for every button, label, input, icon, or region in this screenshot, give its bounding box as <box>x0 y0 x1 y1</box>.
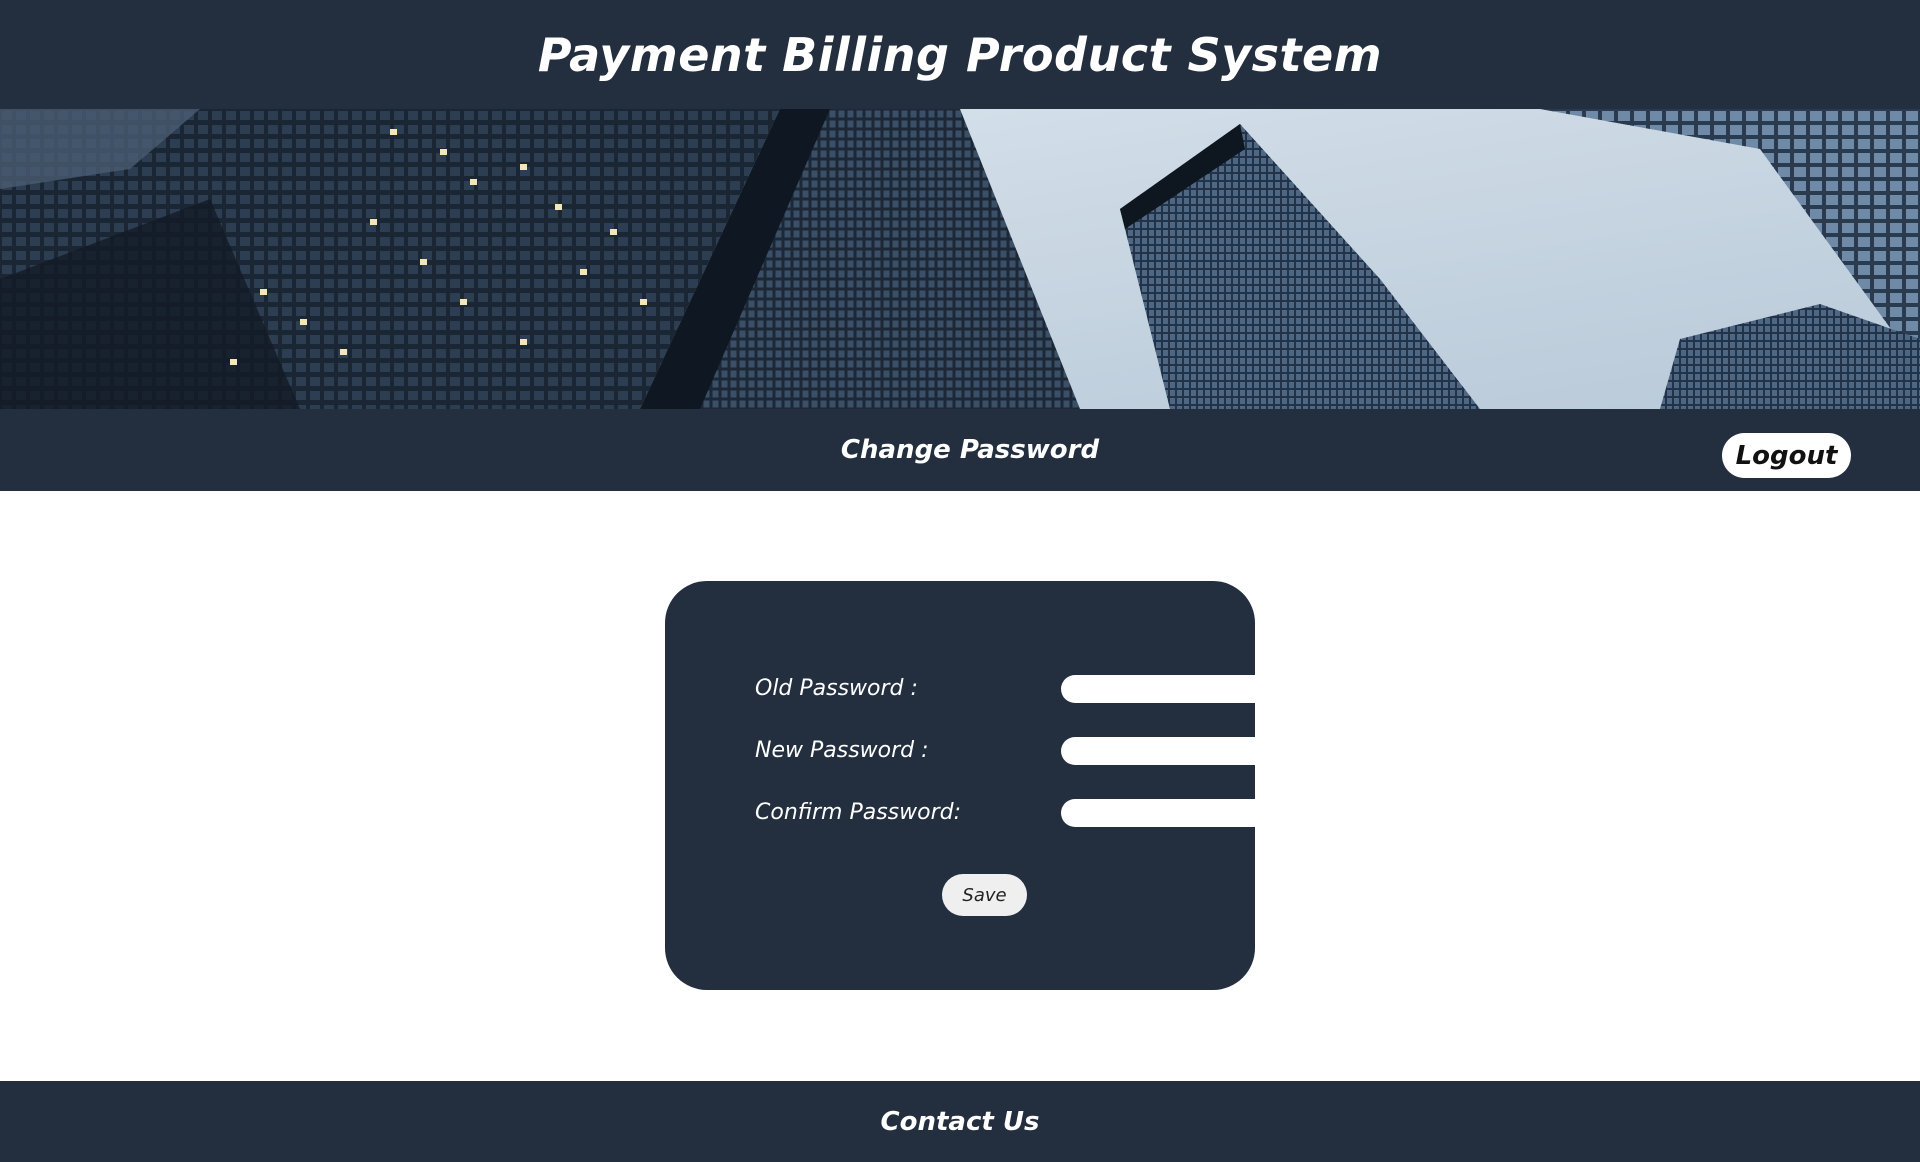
new-password-field[interactable] <box>1061 737 1271 765</box>
site-footer: Contact Us <box>0 1081 1920 1162</box>
new-password-row: New Password : <box>755 736 1271 766</box>
new-password-label: New Password : <box>755 738 929 763</box>
old-password-label: Old Password : <box>755 676 918 701</box>
skyscrapers-illustration <box>0 109 1920 409</box>
contact-us-link[interactable]: Contact Us <box>881 1107 1040 1137</box>
save-button[interactable]: Save <box>942 874 1027 916</box>
site-header: Payment Billing Product System <box>0 0 1920 109</box>
navbar: Change Password Logout <box>0 409 1920 491</box>
confirm-password-row: Confirm Password: <box>755 798 1271 828</box>
banner-image <box>0 109 1920 409</box>
confirm-password-label: Confirm Password: <box>755 800 961 825</box>
change-password-form: Old Password : New Password : Confirm Pa… <box>665 581 1271 990</box>
old-password-field[interactable] <box>1061 675 1271 703</box>
old-password-row: Old Password : <box>755 674 1271 704</box>
confirm-password-field[interactable] <box>1061 799 1271 827</box>
page-title: Payment Billing Product System <box>537 27 1383 82</box>
logout-button[interactable]: Logout <box>1722 433 1851 478</box>
section-title: Change Password <box>840 435 1100 465</box>
